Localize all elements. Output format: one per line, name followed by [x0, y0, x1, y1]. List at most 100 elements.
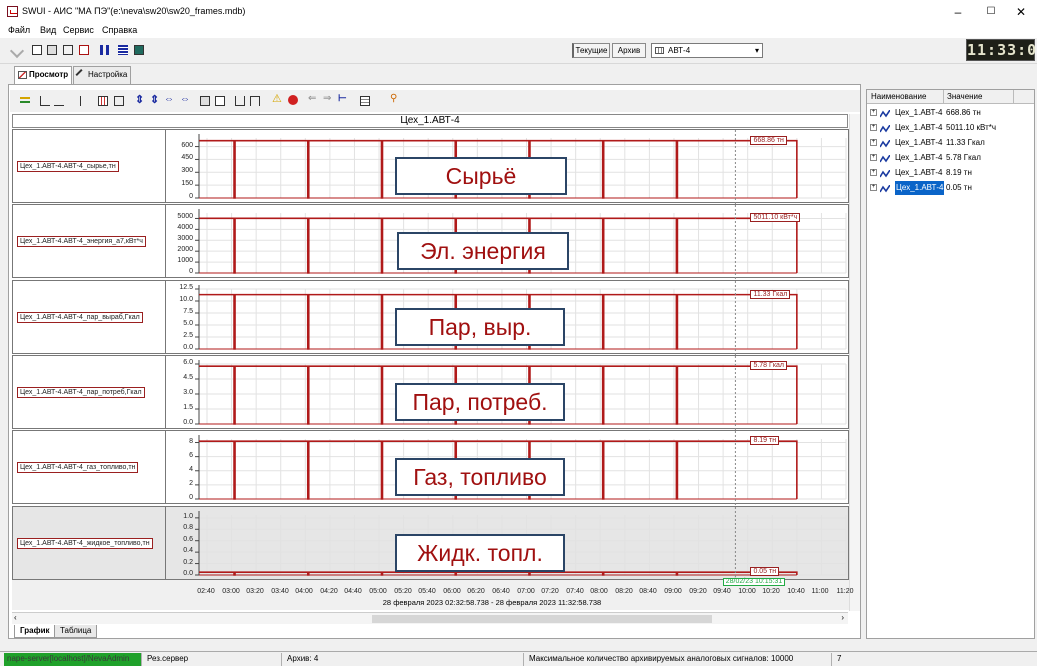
vertical-scrollbar[interactable]	[849, 114, 860, 611]
bars-icon[interactable]	[98, 96, 108, 106]
chart-panel[interactable]: Цех_1.АВТ-4.АВТ-4_газ_топливо,тн 8 6 4 2 0 8.1…	[12, 430, 849, 505]
scroll-right-icon[interactable]: ›	[841, 613, 844, 622]
chart-panel[interactable]: Цех_1.АВТ-4.АВТ-4_пар_потреб,Гкал 6.0 4.5 3…	[12, 355, 849, 430]
list-header: Наименование Значение	[867, 90, 1034, 104]
y-tick-label: 0.4	[183, 547, 193, 554]
current-value-tag: 5.78 Гкал	[750, 361, 788, 370]
expand-icon[interactable]: +	[870, 169, 877, 176]
print-preview-icon[interactable]	[32, 45, 42, 55]
list-item[interactable]: + Цех_1.АВТ-4 5011.10 кВт*ч	[867, 121, 1034, 135]
list-item[interactable]: + Цех_1.АВТ-4 5.78 Гкал	[867, 151, 1034, 165]
chart-title: Цех_1.АВТ-4	[12, 114, 848, 128]
scale-icon[interactable]	[114, 96, 124, 106]
marker-icon[interactable]	[80, 96, 90, 106]
upload-icon[interactable]	[235, 96, 245, 106]
users-icon[interactable]	[79, 45, 89, 55]
archive-mode-button[interactable]: Архив	[612, 43, 646, 58]
print-icon[interactable]	[47, 45, 57, 55]
window-title: SWUI - АИС "МА ПЭ"(e:\neva\sw20\sw20_fra…	[22, 6, 246, 16]
expand-icon[interactable]: +	[870, 109, 877, 116]
grid-icon[interactable]	[360, 96, 370, 106]
y-tick-label: 600	[181, 142, 193, 149]
menu-view[interactable]: Вид	[40, 25, 56, 35]
expand-icon[interactable]: +	[870, 184, 877, 191]
horizontal-scrollbar[interactable]: ‹ ›	[12, 612, 848, 624]
fit-width-icon[interactable]: ⊢	[338, 94, 348, 104]
y-tick-label: 6	[189, 452, 193, 459]
status-archive: Архив: 4	[284, 653, 524, 666]
column-divider	[1013, 90, 1014, 104]
y-tick-label: 0.0	[183, 570, 193, 577]
status-server: nape-server[localhost]/NevaAdmin	[4, 653, 142, 666]
chart-panel[interactable]: Цех_1.АВТ-4.АВТ-4_пар_выраб,Гкал 12.5 10.0…	[12, 280, 849, 355]
menu-file[interactable]: Файл	[8, 25, 30, 35]
current-value-tag: 8.19 тн	[750, 436, 780, 445]
export-icon[interactable]	[134, 45, 144, 55]
title-bar: SWUI - АИС "МА ПЭ"(e:\neva\sw20\sw20_fra…	[0, 0, 1037, 24]
list-item[interactable]: + Цех_1.АВТ-4 668.86 тн	[867, 106, 1034, 120]
scroll-thumb[interactable]	[372, 615, 712, 623]
chart-panel[interactable]: Цех_1.АВТ-4.АВТ-4_энергия_а7,кВт*ч 5000 40…	[12, 204, 849, 279]
lines-icon[interactable]	[20, 97, 30, 103]
y-tick-label: 4000	[177, 224, 193, 231]
y-tick-label: 0	[189, 268, 193, 275]
minimize-button[interactable]: –	[943, 3, 973, 21]
properties-icon[interactable]	[63, 45, 73, 55]
y-tick-label: 0	[189, 494, 193, 501]
panel-annotation: Эл. энергия	[397, 232, 569, 270]
y-tick-label: 1.0	[183, 513, 193, 520]
chart-panel[interactable]: Цех_1.АВТ-4.АВТ-4_жидкое_топливо,тн 1.0 0.…	[12, 506, 849, 581]
cut-icon[interactable]	[9, 43, 25, 59]
list-icon[interactable]	[118, 45, 128, 55]
menu-help[interactable]: Справка	[102, 25, 137, 35]
cursor-time-label: 28/02/23 10:15:31	[723, 578, 785, 586]
signal-trend-icon	[879, 124, 891, 133]
object-select[interactable]: АВТ-4 ▾	[651, 43, 763, 58]
y-tick-label: 0	[189, 193, 193, 200]
signal-value: 11.33 Гкал	[946, 138, 985, 147]
tab-settings[interactable]: Настройка	[73, 66, 131, 84]
axis-icon[interactable]	[40, 96, 50, 106]
expand-icon[interactable]: +	[870, 124, 877, 131]
panel-annotation: Жидк. топл.	[395, 534, 565, 572]
tab-view[interactable]: Просмотр	[14, 66, 72, 85]
current-mode-button[interactable]: Текущие	[572, 43, 610, 58]
tab-graph[interactable]: График	[14, 625, 56, 638]
arrow-left-icon[interactable]: ⇐	[308, 94, 318, 104]
chart-panel[interactable]: Цех_1.АВТ-4.АВТ-4_сырье,тн 600 450 300 150 0 6…	[12, 129, 849, 204]
y-tick-label: 0.0	[183, 419, 193, 426]
expand-horizontal-icon[interactable]: ⇔	[180, 95, 190, 105]
arrow-right-icon[interactable]: ⇒	[323, 94, 333, 104]
pin-icon[interactable]: ⚲	[390, 94, 400, 104]
warning-icon[interactable]: ⚠	[272, 94, 282, 105]
close-button[interactable]: ✕	[1006, 3, 1036, 21]
list-item[interactable]: + Цех_1.АВТ-4 11.33 Гкал	[867, 136, 1034, 150]
column-value-header[interactable]: Значение	[947, 92, 982, 101]
scroll-left-icon[interactable]: ‹	[14, 613, 17, 622]
save-chart-icon[interactable]	[215, 96, 225, 106]
y-tick-label: 150	[181, 180, 193, 187]
expand-vertical-icon[interactable]: ⇕	[150, 95, 160, 106]
maximize-button[interactable]: ☐	[976, 3, 1006, 21]
signal-value: 668.86 тн	[946, 108, 981, 117]
trend-icon[interactable]	[54, 96, 64, 106]
object-select-value: АВТ-4	[668, 46, 691, 55]
status-max-signals: Максимальное количество архивируемых ана…	[526, 653, 832, 666]
y-tick-label: 1000	[177, 257, 193, 264]
stop-icon[interactable]	[288, 95, 298, 105]
zoom-horizontal-icon[interactable]: ⇔	[164, 95, 174, 105]
column-name-header[interactable]: Наименование	[871, 92, 926, 101]
signal-name: Цех_1.АВТ-4	[895, 153, 943, 162]
y-tick-label: 5.0	[183, 320, 193, 327]
expand-icon[interactable]: +	[870, 154, 877, 161]
pause-icon[interactable]	[100, 45, 109, 55]
print-chart-icon[interactable]	[200, 96, 210, 106]
expand-icon[interactable]: +	[870, 139, 877, 146]
tab-table[interactable]: Таблица	[54, 625, 98, 638]
menu-service[interactable]: Сервис	[63, 25, 94, 35]
zoom-vertical-icon[interactable]: ⇕	[135, 95, 145, 106]
list-item[interactable]: + Цех_1.АВТ-4 0.05 тн	[867, 181, 1034, 195]
list-item[interactable]: + Цех_1.АВТ-4 8.19 тн	[867, 166, 1034, 180]
y-tick-label: 4.5	[183, 374, 193, 381]
download-icon[interactable]	[250, 96, 260, 106]
